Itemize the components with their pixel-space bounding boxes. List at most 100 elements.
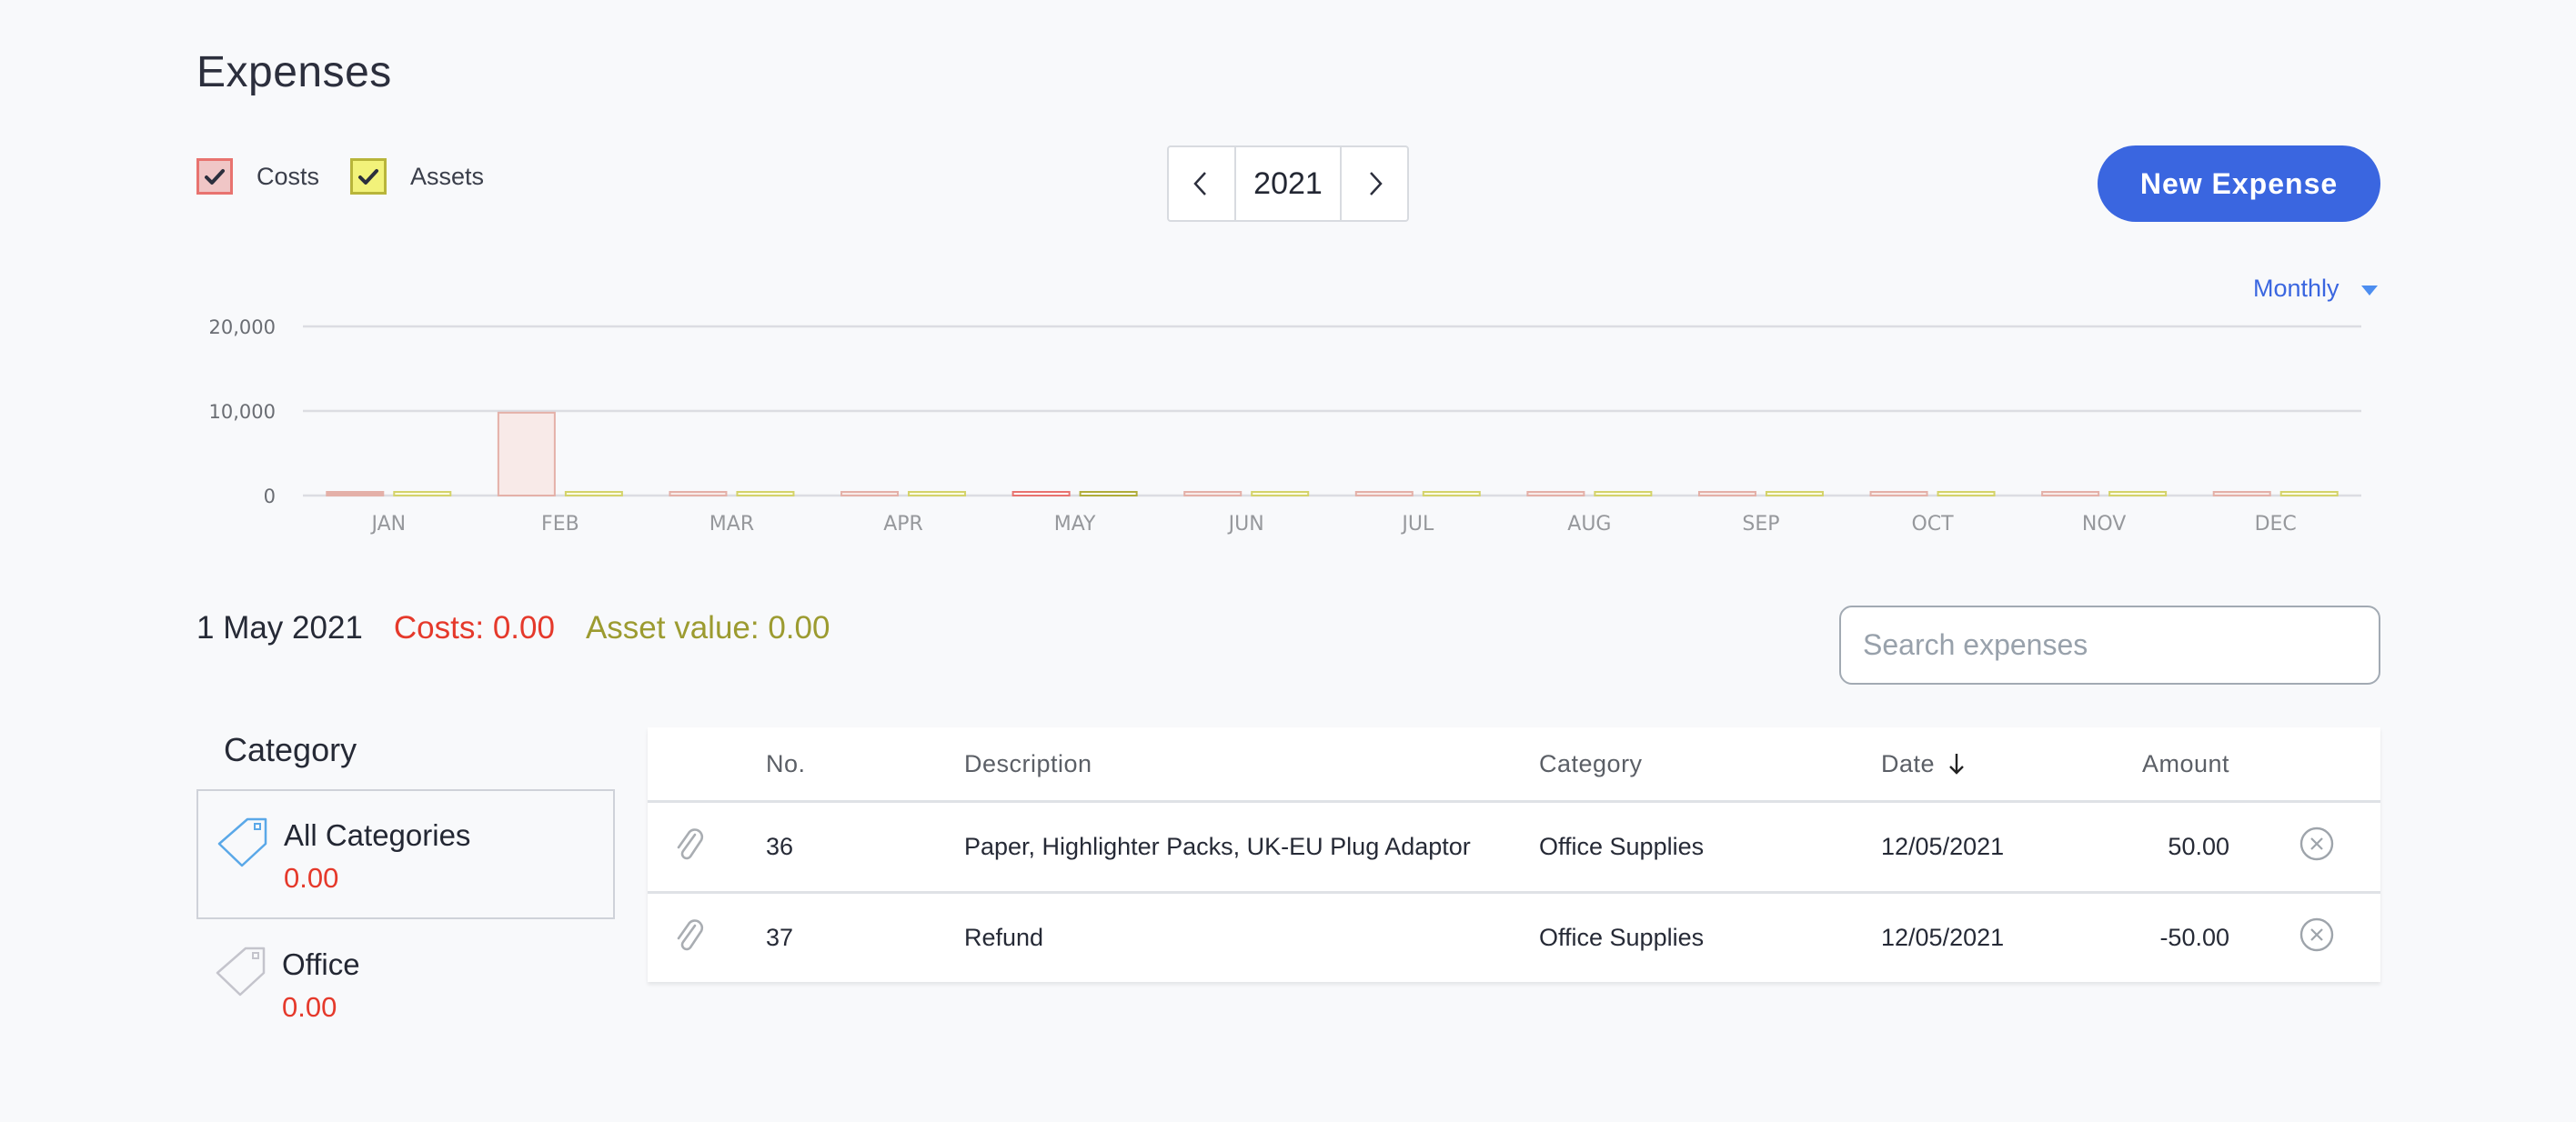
- expense-category: Office Supplies: [1539, 924, 1705, 951]
- expense-date: 12/05/2021: [1881, 833, 2005, 860]
- x-tick-label: FEB: [541, 513, 579, 536]
- caret-down-icon: [2360, 286, 2378, 296]
- year-value: 2021: [1234, 147, 1342, 220]
- table-row[interactable]: 36 Paper, Highlighter Packs, UK-EU Plug …: [648, 800, 2380, 891]
- chevron-right-icon: [1370, 172, 1383, 195]
- bar-costs-dec[interactable]: [2212, 491, 2271, 496]
- next-year-button[interactable]: [1342, 147, 1407, 220]
- attachment-button[interactable]: [671, 917, 708, 959]
- bar-assets-jun[interactable]: [1251, 491, 1310, 496]
- bar-costs-sep[interactable]: [1697, 491, 1756, 496]
- new-expense-button[interactable]: New Expense: [2098, 145, 2380, 222]
- category-name: Office: [282, 947, 360, 981]
- bar-costs-apr[interactable]: [840, 491, 900, 496]
- bar-assets-oct[interactable]: [1937, 491, 1996, 496]
- assets-checkbox[interactable]: [350, 158, 387, 195]
- column-header-description[interactable]: Description: [964, 750, 1092, 778]
- search-input[interactable]: [1839, 606, 2380, 685]
- summary-date: 1 May 2021: [196, 610, 363, 646]
- table-header: No. Description Category Date Amount: [648, 727, 2380, 800]
- chevron-left-icon: [1193, 172, 1206, 195]
- close-circle-icon: [2299, 917, 2334, 952]
- column-header-amount[interactable]: Amount: [2142, 750, 2229, 778]
- category-value: 0.00: [284, 862, 339, 894]
- summary-row: 1 May 2021 Costs: 0.00 Asset value: 0.00: [196, 610, 830, 646]
- category-item-all[interactable]: All Categories 0.00: [196, 789, 615, 919]
- attachment-button[interactable]: [671, 826, 708, 868]
- column-header-no[interactable]: No.: [766, 750, 806, 778]
- category-value: 0.00: [282, 991, 337, 1023]
- expense-date: 12/05/2021: [1881, 924, 2005, 951]
- year-selector: 2021: [1167, 145, 1409, 222]
- tag-icon: [216, 947, 266, 997]
- x-tick-label: JUL: [1400, 513, 1434, 536]
- assets-toggle[interactable]: Assets: [350, 158, 484, 195]
- expense-category: Office Supplies: [1539, 833, 1705, 860]
- table-row[interactable]: 37 Refund Office Supplies 12/05/2021 -50…: [648, 891, 2380, 982]
- bar-costs-jul[interactable]: [1354, 491, 1414, 496]
- close-circle-icon: [2299, 826, 2334, 861]
- delete-expense-button[interactable]: [2299, 917, 2335, 959]
- bar-costs-jan[interactable]: [326, 491, 385, 496]
- expense-description: Refund: [964, 924, 1044, 951]
- x-tick-label: MAY: [1054, 513, 1096, 536]
- paperclip-icon: [677, 919, 704, 951]
- bar-assets-sep[interactable]: [1765, 491, 1824, 496]
- expense-amount: 50.00: [2168, 833, 2229, 860]
- bar-assets-apr[interactable]: [908, 491, 967, 496]
- bar-assets-aug[interactable]: [1594, 491, 1653, 496]
- expense-number: 37: [766, 924, 794, 951]
- paperclip-icon: [677, 828, 704, 860]
- x-tick-label: DEC: [2255, 513, 2297, 536]
- x-tick-label: OCT: [1911, 513, 1954, 536]
- bar-assets-jan[interactable]: [393, 491, 452, 496]
- page-title: Expenses: [196, 48, 392, 96]
- expense-number: 36: [766, 833, 794, 860]
- bar-costs-jun[interactable]: [1183, 491, 1243, 496]
- bar-assets-nov[interactable]: [2108, 491, 2168, 496]
- bar-costs-aug[interactable]: [1526, 491, 1585, 496]
- previous-year-button[interactable]: [1169, 147, 1234, 220]
- checkmark-icon: [205, 169, 225, 185]
- summary-asset-value: Asset value: 0.00: [585, 610, 830, 646]
- bar-assets-mar[interactable]: [736, 491, 795, 496]
- bar-assets-may[interactable]: [1079, 491, 1138, 496]
- column-header-date[interactable]: Date: [1881, 750, 1966, 778]
- x-tick-label: JAN: [369, 513, 406, 536]
- sort-descending-icon: [1949, 754, 1964, 775]
- expense-description: Paper, Highlighter Packs, UK-EU Plug Ada…: [964, 833, 1471, 860]
- x-tick-label: AUG: [1567, 513, 1611, 536]
- period-selected-label: Monthly: [2253, 275, 2340, 302]
- costs-label: Costs: [257, 162, 320, 190]
- x-tick-label: NOV: [2082, 513, 2126, 536]
- bar-costs-may[interactable]: [1011, 491, 1071, 496]
- expenses-table: No. Description Category Date Amount 36 …: [648, 727, 2380, 982]
- bar-costs-mar[interactable]: [669, 491, 728, 496]
- x-tick-label: SEP: [1742, 513, 1779, 536]
- expense-amount: -50.00: [2159, 924, 2229, 951]
- x-tick-label: APR: [883, 513, 923, 536]
- period-dropdown[interactable]: Monthly: [2253, 275, 2378, 303]
- bar-assets-jul[interactable]: [1422, 491, 1481, 496]
- summary-costs: Costs: 0.00: [393, 610, 555, 646]
- bar-costs-nov[interactable]: [2041, 491, 2100, 496]
- column-header-category[interactable]: Category: [1539, 750, 1643, 778]
- y-tick-label: 10,000: [209, 401, 276, 423]
- checkmark-icon: [358, 169, 378, 185]
- category-item-office[interactable]: Office 0.00: [196, 920, 615, 1050]
- bar-costs-feb[interactable]: [497, 411, 556, 496]
- costs-toggle[interactable]: Costs: [196, 158, 319, 195]
- y-tick-label: 0: [264, 486, 276, 507]
- assets-label: Assets: [410, 162, 485, 190]
- category-name: All Categories: [284, 818, 471, 852]
- bar-costs-oct[interactable]: [1869, 491, 1928, 496]
- category-heading: Category: [224, 731, 357, 768]
- x-tick-label: JUN: [1227, 513, 1264, 536]
- expenses-chart: 0 10,000 20,000 JAN FEB MAR APR MAY JUN JUL AUG SEP…: [0, 300, 2576, 546]
- costs-checkbox[interactable]: [196, 158, 233, 195]
- bar-assets-dec[interactable]: [2279, 491, 2339, 496]
- bar-assets-feb[interactable]: [564, 491, 623, 496]
- tag-icon: [217, 817, 267, 867]
- y-tick-label: 20,000: [209, 316, 276, 338]
- delete-expense-button[interactable]: [2299, 826, 2335, 868]
